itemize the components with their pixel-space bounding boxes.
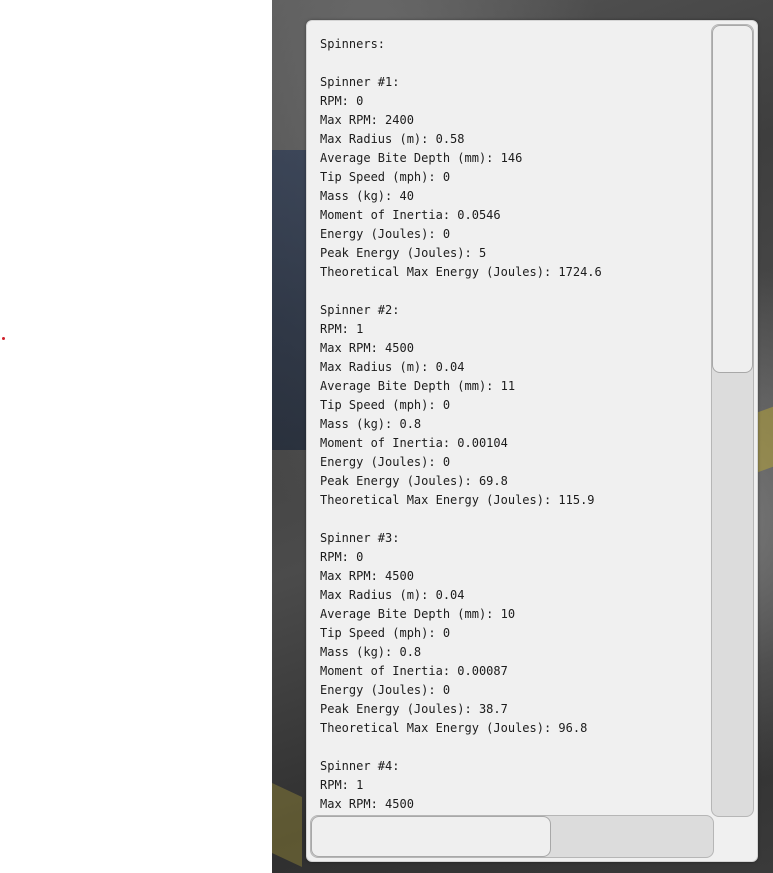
hazard-stripe [272,783,302,867]
spinner-energy: Energy (Joules): 0 [320,683,451,697]
spinner-energy: Energy (Joules): 0 [320,227,451,241]
spinner-max-rpm: Max RPM: 2400 [320,113,414,127]
spinner-rpm: RPM: 0 [320,94,364,108]
horizontal-scrollbar-thumb[interactable] [311,816,551,857]
spinner-avg-bite-depth: Average Bite Depth (mm): 146 [320,151,523,165]
spinner-title: Spinner #4: [320,759,400,773]
spinner-max-radius: Max Radius (m): 0.58 [320,132,465,146]
spinner-avg-bite-depth: Average Bite Depth (mm): 11 [320,379,516,393]
spinner-mass: Mass (kg): 0.8 [320,417,422,431]
spinner-energy: Energy (Joules): 0 [320,455,451,469]
spinner-peak-energy: Peak Energy (Joules): 5 [320,246,487,260]
spinner-tip-speed: Tip Speed (mph): 0 [320,398,451,412]
spinner-max-radius: Max Radius (m): 0.04 [320,588,465,602]
vertical-scrollbar[interactable] [711,24,754,817]
stats-heading: Spinners: [320,37,386,51]
spinner-title: Spinner #2: [320,303,400,317]
spinner-max-radius: Max Radius (m): 0.04 [320,360,465,374]
spinner-mass: Mass (kg): 0.8 [320,645,422,659]
spinner-max-rpm: Max RPM: 4500 [320,569,414,583]
spinner-moment-of-inertia: Moment of Inertia: 0.00087 [320,664,508,678]
spinner-peak-energy: Peak Energy (Joules): 69.8 [320,474,508,488]
marker-dot [2,337,5,340]
spinner-peak-energy: Peak Energy (Joules): 38.7 [320,702,508,716]
spinner-max-rpm: Max RPM: 4500 [320,341,414,355]
spinner-max-rpm: Max RPM: 4500 [320,797,414,811]
spinner-rpm: RPM: 0 [320,550,364,564]
spinner-title: Spinner #1: [320,75,400,89]
spinner-theoretical-max-energy: Theoretical Max Energy (Joules): 96.8 [320,721,588,735]
left-blank-area [0,0,272,873]
spinner-theoretical-max-energy: Theoretical Max Energy (Joules): 1724.6 [320,265,602,279]
spinner-theoretical-max-energy: Theoretical Max Energy (Joules): 115.9 [320,493,595,507]
spinner-moment-of-inertia: Moment of Inertia: 0.0546 [320,208,501,222]
spinner-moment-of-inertia: Moment of Inertia: 0.00104 [320,436,508,450]
spinner-stats-text[interactable]: Spinners: Spinner #1: RPM: 0 Max RPM: 24… [320,35,710,815]
arena-structure [272,150,308,450]
spinner-rpm: RPM: 1 [320,322,364,336]
spinner-mass: Mass (kg): 40 [320,189,414,203]
spinner-tip-speed: Tip Speed (mph): 0 [320,626,451,640]
spinner-title: Spinner #3: [320,531,400,545]
spinner-rpm: RPM: 1 [320,778,364,792]
spinner-tip-speed: Tip Speed (mph): 0 [320,170,451,184]
spinner-stats-panel: Spinners: Spinner #1: RPM: 0 Max RPM: 24… [306,20,758,862]
spinner-avg-bite-depth: Average Bite Depth (mm): 10 [320,607,516,621]
horizontal-scrollbar[interactable] [310,815,714,858]
vertical-scrollbar-thumb[interactable] [712,25,753,373]
